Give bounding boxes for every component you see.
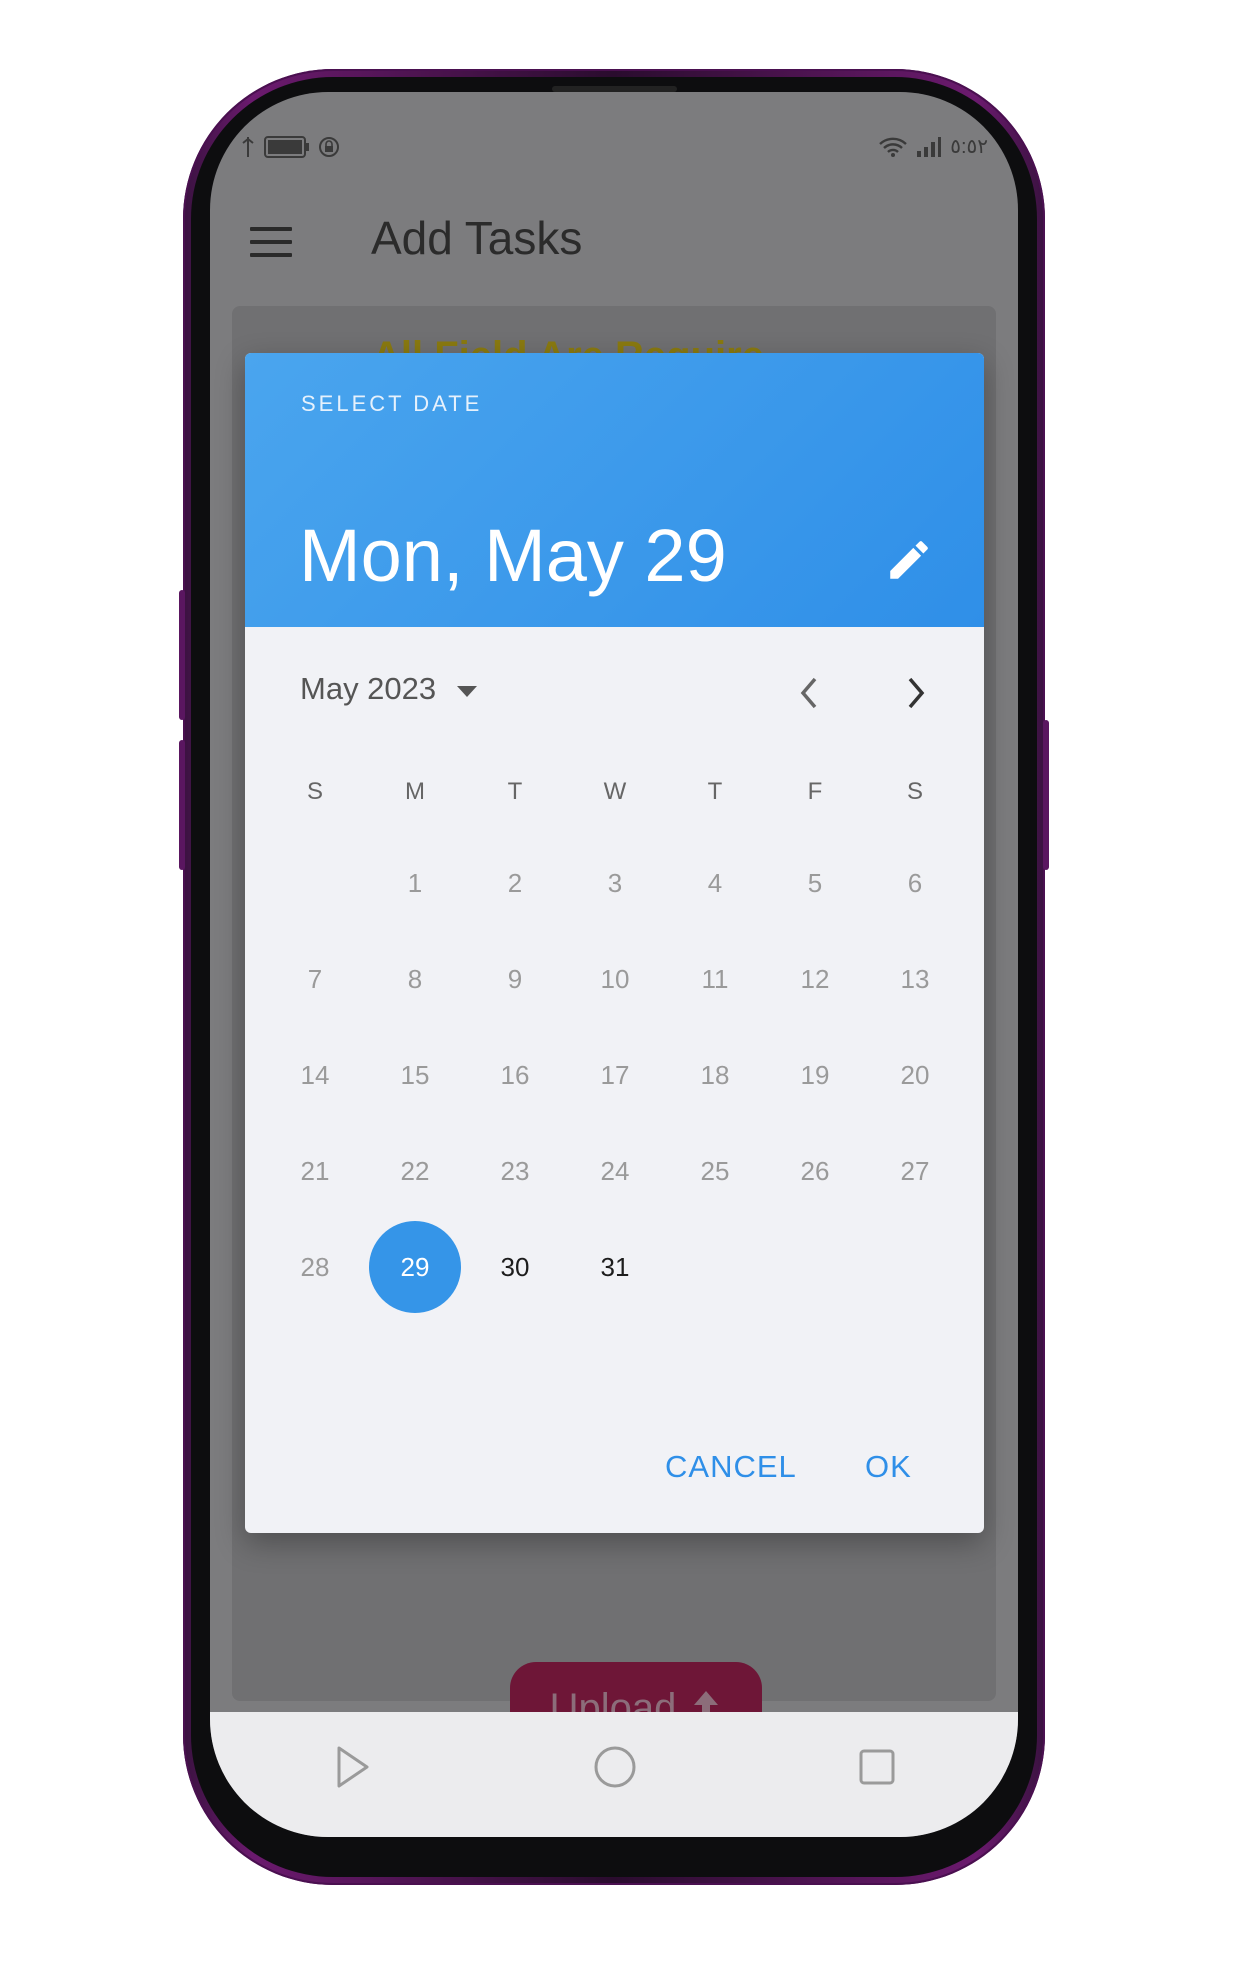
- chevron-right-icon[interactable]: [902, 675, 930, 711]
- calendar-day[interactable]: 10: [575, 939, 655, 1019]
- calendar-day[interactable]: 21: [275, 1131, 355, 1211]
- date-picker-dialog: SELECT DATE Mon, May 29 May 2023 S M T W…: [245, 353, 984, 1533]
- system-nav-bar: [210, 1712, 1018, 1837]
- dropdown-arrow-icon[interactable]: [456, 685, 478, 699]
- weekday-label: S: [306, 778, 323, 805]
- selected-date-display: Mon, May 29: [299, 514, 727, 597]
- status-time: ٥:٥٢: [950, 136, 988, 158]
- calendar-day[interactable]: 26: [775, 1131, 855, 1211]
- status-right-icons: ٥:٥٢: [878, 134, 988, 159]
- date-picker-header: SELECT DATE Mon, May 29: [245, 353, 984, 627]
- calendar-day[interactable]: 24: [575, 1131, 655, 1211]
- calendar-day[interactable]: 20: [875, 1035, 955, 1115]
- weekday-label: W: [603, 778, 627, 805]
- status-bar: ٥:٥٢: [210, 122, 1018, 178]
- calendar-day[interactable]: 19: [775, 1035, 855, 1115]
- ok-button[interactable]: OK: [865, 1449, 912, 1485]
- battery-icon: [264, 136, 309, 158]
- calendar-day[interactable]: 22: [375, 1131, 455, 1211]
- calendar-day[interactable]: 23: [475, 1131, 555, 1211]
- calendar-day[interactable]: 12: [775, 939, 855, 1019]
- calendar-day[interactable]: 31: [575, 1227, 655, 1307]
- calendar-day[interactable]: 1: [375, 843, 455, 923]
- hamburger-menu-icon[interactable]: [250, 227, 292, 257]
- calendar-day[interactable]: 9: [475, 939, 555, 1019]
- usb-icon: [242, 137, 254, 157]
- calendar-day[interactable]: 4: [675, 843, 755, 923]
- chevron-left-icon[interactable]: [795, 675, 823, 711]
- calendar-day[interactable]: 2: [475, 843, 555, 923]
- page-title: Add Tasks: [371, 212, 583, 264]
- weekday-label: F: [807, 778, 823, 805]
- calendar-day[interactable]: 7: [275, 939, 355, 1019]
- calendar-day[interactable]: 18: [675, 1035, 755, 1115]
- weekday-label: S: [906, 778, 923, 805]
- calendar-day[interactable]: 28: [275, 1227, 355, 1307]
- calendar-day[interactable]: 17: [575, 1035, 655, 1115]
- calendar-day[interactable]: 27: [875, 1131, 955, 1211]
- calendar-day[interactable]: 11: [675, 939, 755, 1019]
- calendar-day[interactable]: 14: [275, 1035, 355, 1115]
- calendar-day[interactable]: 16: [475, 1035, 555, 1115]
- calendar-day[interactable]: 8: [375, 939, 455, 1019]
- pencil-icon[interactable]: [884, 535, 934, 585]
- lock-icon: [319, 137, 339, 157]
- calendar-day-selected[interactable]: 29: [369, 1221, 461, 1313]
- signal-icon: [917, 136, 942, 157]
- home-circle-icon[interactable]: [593, 1744, 637, 1790]
- wifi-icon: [879, 137, 908, 157]
- recents-square-icon[interactable]: [857, 1744, 897, 1790]
- cancel-button[interactable]: CANCEL: [665, 1449, 797, 1485]
- calendar-day[interactable]: 15: [375, 1035, 455, 1115]
- volume-up-button: [179, 590, 185, 720]
- select-date-label: SELECT DATE: [301, 391, 483, 416]
- dialog-actions: CANCEL OK: [245, 1413, 984, 1533]
- status-left-icons: [240, 136, 340, 158]
- calendar-day[interactable]: 13: [875, 939, 955, 1019]
- app-bar: Add Tasks: [210, 177, 1018, 323]
- volume-down-button: [179, 740, 185, 870]
- weekday-label: M: [405, 778, 425, 805]
- power-button: [1043, 720, 1049, 870]
- back-triangle-icon[interactable]: [333, 1744, 373, 1790]
- calendar-day[interactable]: 30: [475, 1227, 555, 1307]
- weekday-label: T: [707, 778, 723, 805]
- weekday-header-row: S M T W T F S: [275, 778, 975, 818]
- calendar-day[interactable]: 25: [675, 1131, 755, 1211]
- calendar-day[interactable]: 5: [775, 843, 855, 923]
- calendar-day[interactable]: 6: [875, 843, 955, 923]
- calendar-day[interactable]: 3: [575, 843, 655, 923]
- month-year-selector[interactable]: May 2023: [300, 671, 436, 707]
- month-navigation: May 2023: [245, 653, 984, 733]
- weekday-label: T: [507, 778, 523, 805]
